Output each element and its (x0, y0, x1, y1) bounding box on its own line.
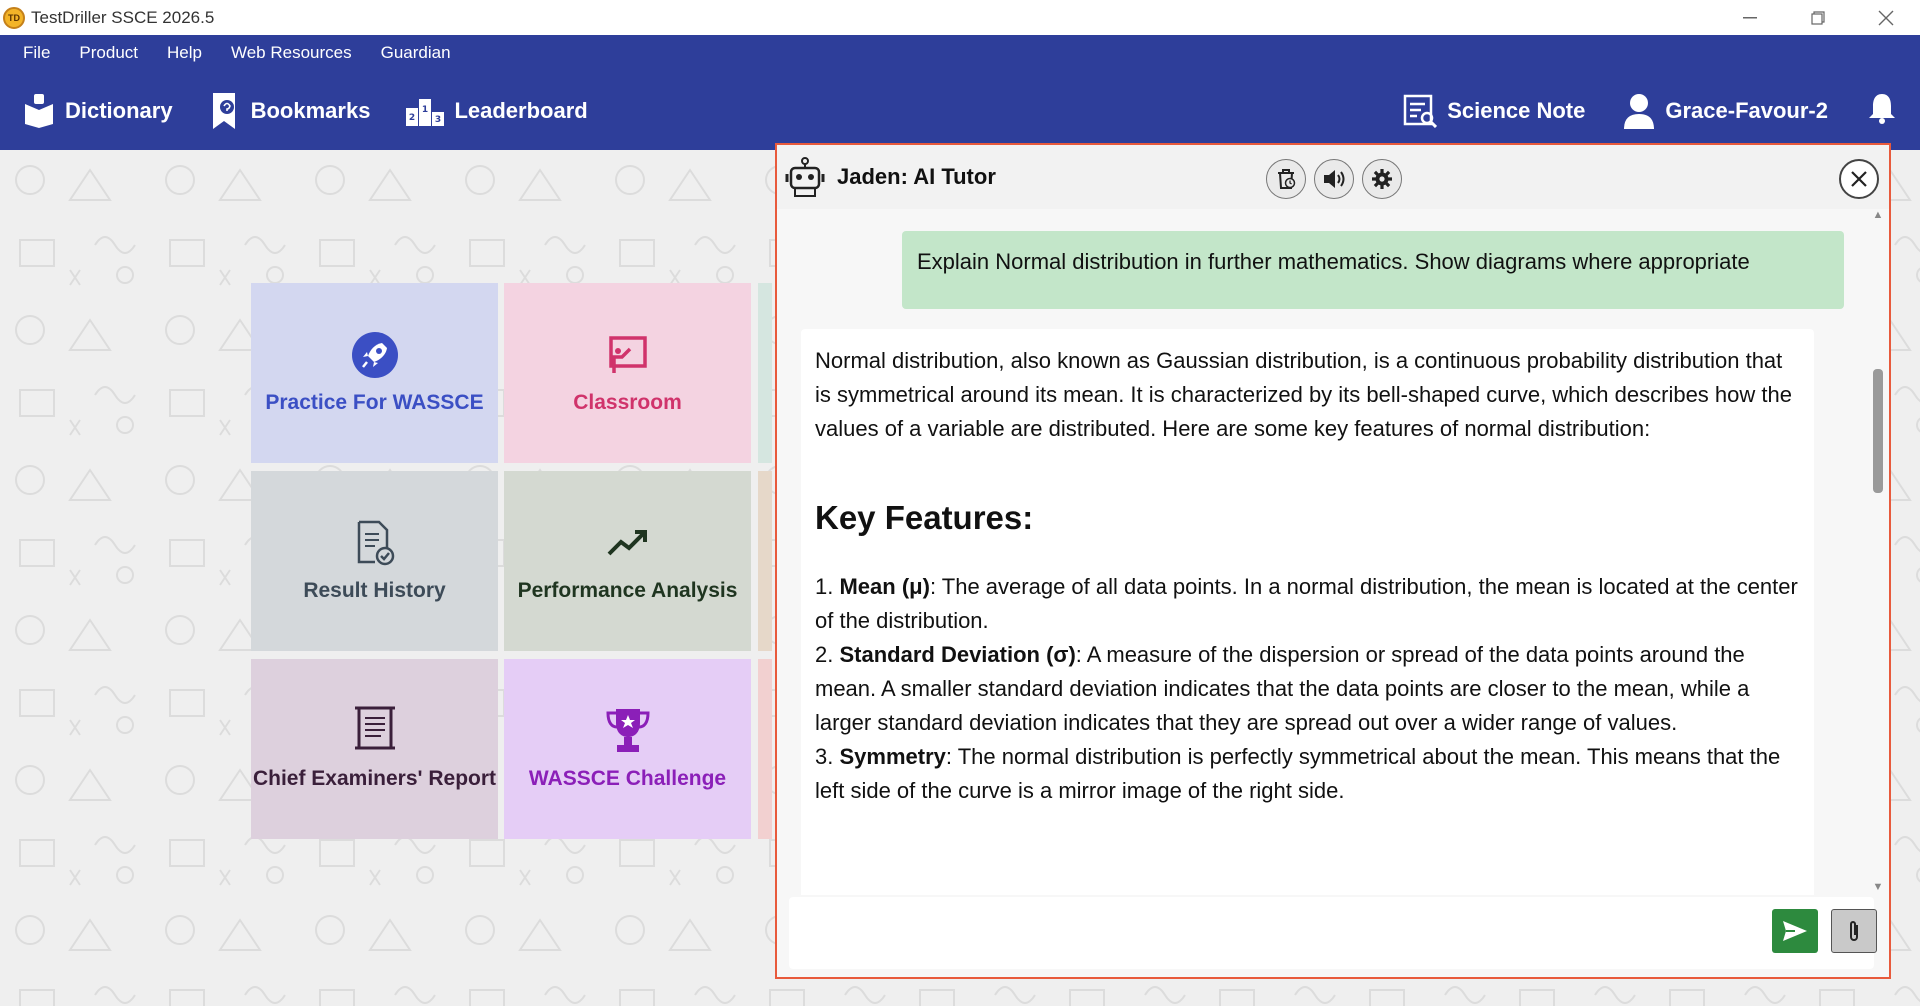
menu-file[interactable]: File (23, 43, 50, 63)
minimize-icon (1743, 16, 1757, 18)
notifications-button[interactable] (1868, 92, 1896, 129)
bookmarks-icon (212, 92, 235, 129)
feature-term: Standard Deviation (σ) (839, 642, 1076, 667)
bookmarks-button[interactable]: Bookmarks (209, 91, 371, 131)
dictionary-label: Dictionary (65, 97, 173, 123)
response-intro: Normal distribution, also known as Gauss… (815, 348, 1792, 441)
close-icon (1878, 10, 1894, 25)
bell-icon (1869, 94, 1895, 124)
send-icon (1783, 921, 1807, 941)
restore-button[interactable] (1784, 0, 1852, 35)
close-window-button[interactable] (1852, 0, 1920, 35)
svg-text:2: 2 (409, 113, 415, 123)
feature-text: : The normal distribution is perfectly s… (815, 744, 1781, 803)
science-note-button[interactable]: Science Note (1403, 94, 1585, 128)
close-icon (1851, 171, 1867, 187)
dictionary-icon (25, 93, 53, 128)
tile-partial-hidden (758, 283, 772, 463)
speaker-icon (1324, 170, 1345, 188)
document-check-icon (355, 519, 395, 567)
scroll-down-icon[interactable]: ▼ (1871, 881, 1885, 895)
user-account-button[interactable]: Grace-Favour-2 (1623, 93, 1828, 129)
tile-chief-examiners-report[interactable]: Chief Examiners' Report (251, 659, 498, 839)
scroll-up-icon[interactable]: ▲ (1871, 209, 1885, 223)
tile-classroom[interactable]: Classroom (504, 283, 751, 463)
attach-button[interactable] (1831, 909, 1877, 953)
chat-scrollbar[interactable]: ▲ ▼ (1871, 209, 1885, 897)
tile-performance-analysis[interactable]: Performance Analysis (504, 471, 751, 651)
feature-term: Mean (μ) (839, 574, 930, 599)
tile-wassce-challenge[interactable]: WASSCE Challenge (504, 659, 751, 839)
close-tutor-button[interactable] (1839, 159, 1879, 199)
tile-partial-hidden (758, 659, 772, 839)
user-icon (1624, 93, 1655, 129)
scroll-thumb[interactable] (1873, 369, 1883, 493)
feature-item: 3. Symmetry: The normal distribution is … (815, 740, 1800, 808)
speaker-button[interactable] (1314, 159, 1354, 199)
tile-partial-hidden (758, 471, 772, 651)
leaderboard-button[interactable]: 1 2 3 Leaderboard (406, 96, 588, 126)
rocket-icon (351, 331, 399, 379)
clear-chat-button[interactable] (1266, 159, 1306, 199)
chat-input-row (789, 897, 1877, 969)
settings-button[interactable] (1362, 159, 1402, 199)
feature-item: 1. Mean (μ): The average of all data poi… (815, 570, 1800, 638)
science-note-icon (1403, 94, 1438, 128)
trend-up-icon (607, 519, 649, 567)
scroll-icon (353, 704, 397, 752)
tile-label: Chief Examiners' Report (252, 767, 497, 790)
robot-icon (785, 157, 825, 197)
feature-text: : The average of all data points. In a n… (815, 574, 1798, 633)
feature-number: 1. (815, 574, 834, 599)
tile-label: Result History (303, 579, 446, 602)
feature-term: Symmetry (839, 744, 946, 769)
tile-label: Practice For WASSCE (265, 391, 484, 414)
tutor-response: Normal distribution, also known as Gauss… (801, 329, 1814, 895)
response-heading: Key Features: (815, 499, 1034, 536)
tile-label: Performance Analysis (517, 579, 738, 602)
dictionary-button[interactable]: Dictionary (23, 93, 173, 128)
tile-label: WASSCE Challenge (528, 767, 727, 790)
menu-product[interactable]: Product (79, 43, 138, 63)
svg-text:1: 1 (422, 105, 428, 115)
leaderboard-icon: 1 2 3 (406, 98, 445, 126)
feature-item: 2. Standard Deviation (σ): A measure of … (815, 638, 1800, 740)
window-controls (1716, 0, 1920, 35)
user-name-label: Grace-Favour-2 (1665, 97, 1828, 123)
ai-tutor-panel: Jaden: AI Tutor Explain Normal distribut… (775, 143, 1891, 979)
menu-web-resources[interactable]: Web Resources (231, 43, 352, 63)
menu-bar: File Product Help Web Resources Guardian (0, 35, 1920, 71)
classroom-icon (608, 331, 648, 379)
svg-text:3: 3 (435, 115, 441, 125)
bookmarks-label: Bookmarks (250, 97, 371, 123)
leaderboard-label: Leaderboard (454, 97, 588, 123)
user-message: Explain Normal distribution in further m… (902, 231, 1844, 309)
app-logo-icon: TD (3, 6, 25, 29)
minimize-button[interactable] (1716, 0, 1784, 35)
feature-number: 3. (815, 744, 834, 769)
tutor-header: Jaden: AI Tutor (777, 145, 1889, 209)
paperclip-icon (1850, 921, 1858, 941)
restore-icon (1811, 10, 1825, 25)
main-toolbar: Dictionary Bookmarks 1 2 3 Leaderboard S… (0, 71, 1920, 150)
tile-result-history[interactable]: Result History (251, 471, 498, 651)
menu-guardian[interactable]: Guardian (381, 43, 451, 63)
title-bar: TD TestDriller SSCE 2026.5 (0, 0, 1920, 35)
tile-practice-for-wassce[interactable]: Practice For WASSCE (251, 283, 498, 463)
feature-number: 2. (815, 642, 834, 667)
science-note-label: Science Note (1447, 97, 1586, 123)
chat-messages[interactable]: Explain Normal distribution in further m… (777, 209, 1869, 895)
window-title: TestDriller SSCE 2026.5 (31, 7, 215, 27)
tile-label: Classroom (573, 391, 682, 414)
trophy-icon (605, 707, 651, 755)
menu-help[interactable]: Help (167, 43, 202, 63)
tutor-title: Jaden: AI Tutor (837, 164, 996, 189)
trash-icon (1278, 169, 1296, 189)
gear-icon (1372, 169, 1392, 189)
send-button[interactable] (1772, 909, 1818, 953)
chat-input[interactable] (789, 897, 1749, 969)
